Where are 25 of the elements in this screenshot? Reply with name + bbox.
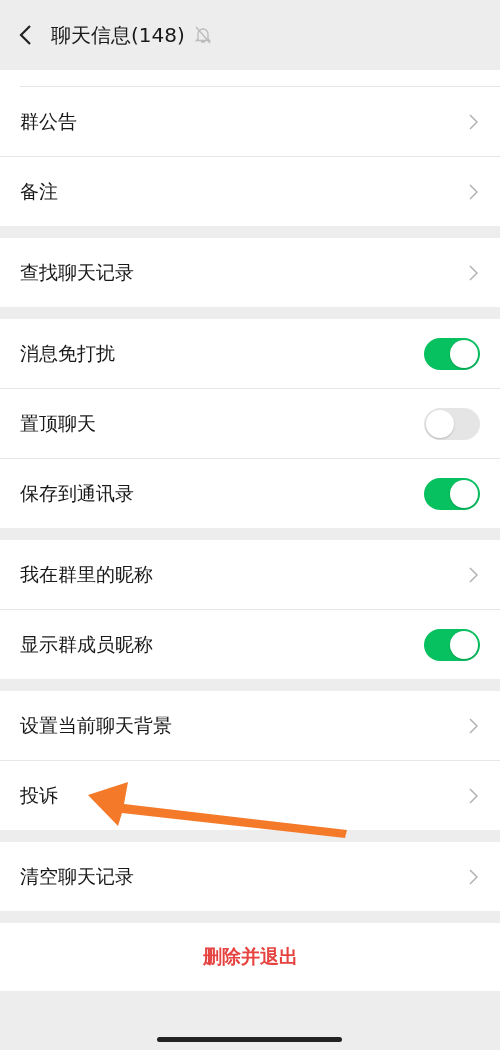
setting-label: 投诉 [20, 782, 58, 808]
chevron-icon[interactable] [469, 113, 478, 130]
chevron-icon[interactable] [469, 717, 478, 734]
toggle-switch[interactable] [424, 477, 480, 510]
setting-label: 保存到通讯录 [20, 480, 134, 506]
setting-label: 置顶聊天 [20, 410, 96, 436]
page-title: 聊天信息(148) [51, 21, 185, 49]
setting-label: 设置当前聊天背景 [20, 712, 172, 738]
back-icon[interactable] [18, 24, 32, 46]
chevron-icon[interactable] [469, 264, 478, 281]
chevron-icon[interactable] [469, 868, 478, 885]
setting-label: 备注 [20, 178, 58, 204]
toggle-switch[interactable] [424, 407, 480, 440]
toggle-switch[interactable] [424, 337, 480, 370]
setting-label: 查找聊天记录 [20, 259, 134, 285]
setting-label: 显示群成员昵称 [20, 631, 153, 657]
delete-exit-button[interactable]: 删除并退出 [0, 923, 500, 991]
setting-label: 群公告 [20, 108, 77, 134]
setting-label: 消息免打扰 [20, 340, 115, 366]
setting-label: 我在群里的昵称 [20, 561, 153, 587]
toggle-switch[interactable] [424, 628, 480, 661]
chevron-icon[interactable] [469, 566, 478, 583]
chevron-icon[interactable] [469, 787, 478, 804]
chevron-icon[interactable] [469, 183, 478, 200]
setting-label: 清空聊天记录 [20, 863, 134, 889]
